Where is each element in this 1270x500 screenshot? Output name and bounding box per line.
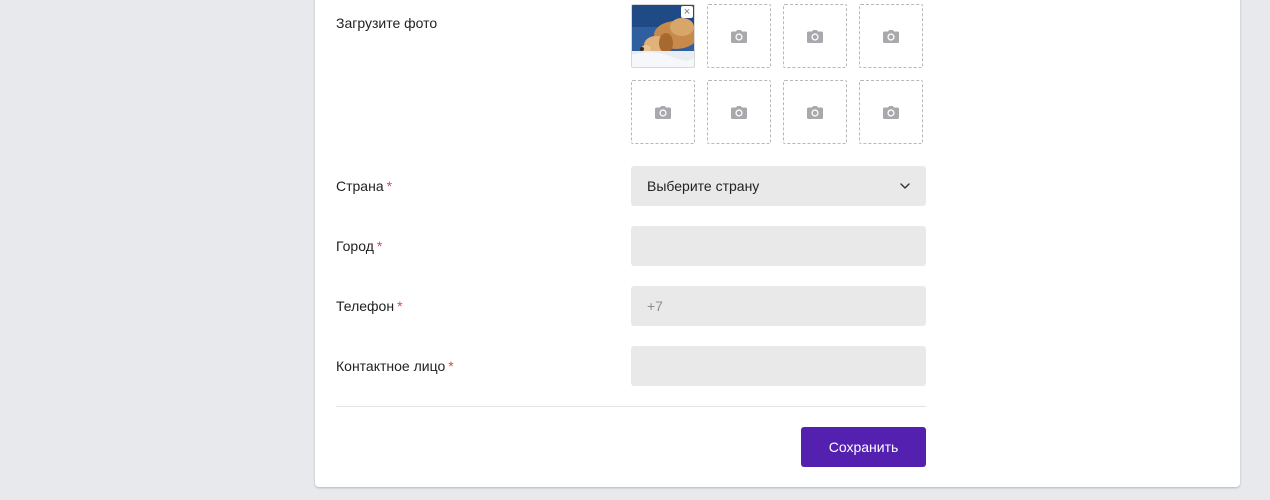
required-asterisk: * <box>386 178 393 194</box>
country-label: Страна * <box>336 177 392 195</box>
photo-grid: × <box>631 4 931 146</box>
camera-icon <box>731 29 747 43</box>
camera-icon <box>807 29 823 43</box>
camera-icon <box>883 105 899 119</box>
photo-upload-label: Загрузите фото <box>336 15 438 31</box>
remove-photo-button[interactable]: × <box>681 6 693 18</box>
photo-slot-8[interactable] <box>859 80 923 144</box>
contact-person-input[interactable] <box>631 346 926 386</box>
contact-person-label: Контактное лицо * <box>336 357 454 375</box>
country-select[interactable]: Выберите страну <box>631 166 926 206</box>
form-card: Загрузите фото × Страна * Выберите стран… <box>315 0 1240 487</box>
phone-label-text: Телефон <box>336 298 395 314</box>
photo-slot-7[interactable] <box>783 80 847 144</box>
photo-slot-3[interactable] <box>783 4 847 68</box>
camera-icon <box>731 105 747 119</box>
form-divider <box>336 406 926 407</box>
photo-slot-5[interactable] <box>631 80 695 144</box>
save-button[interactable]: Сохранить <box>801 427 926 467</box>
uploaded-photo-thumbnail: × <box>632 5 694 67</box>
photo-slot-1[interactable]: × <box>631 4 695 68</box>
chevron-down-icon <box>900 183 910 189</box>
required-asterisk: * <box>397 298 403 314</box>
country-label-text: Страна <box>336 178 384 194</box>
camera-icon <box>883 29 899 43</box>
country-select-value: Выберите страну <box>647 178 760 194</box>
phone-input[interactable] <box>631 286 926 326</box>
photo-slot-6[interactable] <box>707 80 771 144</box>
contact-person-label-text: Контактное лицо <box>336 358 446 374</box>
city-label-text: Город <box>336 238 374 254</box>
phone-label: Телефон * <box>336 297 403 315</box>
city-input[interactable] <box>631 226 926 266</box>
photo-slot-2[interactable] <box>707 4 771 68</box>
camera-icon <box>807 105 823 119</box>
camera-icon <box>655 105 671 119</box>
photo-slot-4[interactable] <box>859 4 923 68</box>
required-asterisk: * <box>448 358 454 374</box>
city-label: Город * <box>336 237 382 255</box>
required-asterisk: * <box>376 238 383 254</box>
